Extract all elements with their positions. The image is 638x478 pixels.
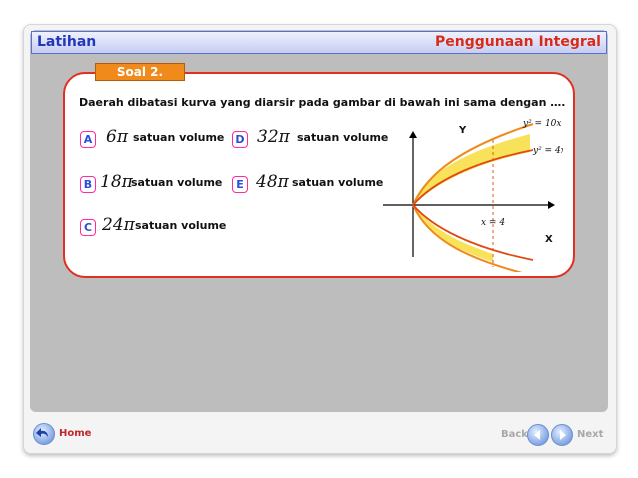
topic-title: Penggunaan Integral [435, 34, 601, 50]
option-b-value: 18π [100, 172, 133, 192]
option-a[interactable]: A 6π satuan volume [80, 127, 230, 149]
y-axis-label: Y [458, 125, 467, 136]
home-button[interactable] [33, 423, 55, 445]
option-c-value: 24π [102, 215, 135, 235]
curve-outer-lower [412, 204, 523, 272]
option-a-letter[interactable]: A [80, 131, 96, 148]
option-c[interactable]: C 24π satuan volume [80, 215, 230, 237]
x-axis-arrow [548, 201, 555, 209]
region-graph: Y X y² = 10x y² = 4x x = 4 [383, 119, 563, 272]
title-bar: Latihan Penggunaan Integral [31, 31, 607, 54]
option-b-unit: satuan volume [131, 176, 223, 189]
question-number-tab: Soal 2. [95, 63, 185, 81]
shaded-region-upper [413, 134, 530, 205]
option-e-unit: satuan volume [292, 176, 384, 189]
option-b-letter[interactable]: B [80, 176, 96, 193]
option-d[interactable]: D 32π satuan volume [232, 127, 392, 149]
home-label[interactable]: Home [59, 428, 91, 439]
next-label[interactable]: Next [577, 429, 603, 440]
option-b[interactable]: B 18π satuan volume [80, 172, 230, 194]
next-arrow-icon [560, 430, 566, 440]
home-icon [36, 428, 48, 437]
option-e-value: 48π [256, 172, 289, 192]
next-button[interactable] [551, 424, 573, 446]
back-arrow-icon [534, 430, 540, 440]
x-axis-label: X [545, 234, 553, 245]
question-text: Daerah dibatasi kurva yang diarsir pada … [79, 96, 566, 109]
curve1-label: y² = 10x [522, 119, 561, 129]
option-d-unit: satuan volume [297, 131, 389, 144]
y-axis-arrow [409, 131, 417, 138]
option-e[interactable]: E 48π satuan volume [232, 172, 392, 194]
option-a-value: 6π [106, 127, 128, 147]
option-c-letter[interactable]: C [80, 219, 96, 236]
curve2-label: y² = 4x [532, 146, 563, 156]
x4-label: x = 4 [481, 218, 505, 228]
option-e-letter[interactable]: E [232, 176, 248, 193]
option-a-unit: satuan volume [133, 131, 225, 144]
section-title: Latihan [37, 34, 97, 50]
back-button[interactable] [527, 424, 549, 446]
option-d-value: 32π [257, 127, 290, 147]
option-d-letter[interactable]: D [232, 131, 248, 148]
option-c-unit: satuan volume [135, 219, 227, 232]
back-label[interactable]: Back [501, 429, 528, 440]
